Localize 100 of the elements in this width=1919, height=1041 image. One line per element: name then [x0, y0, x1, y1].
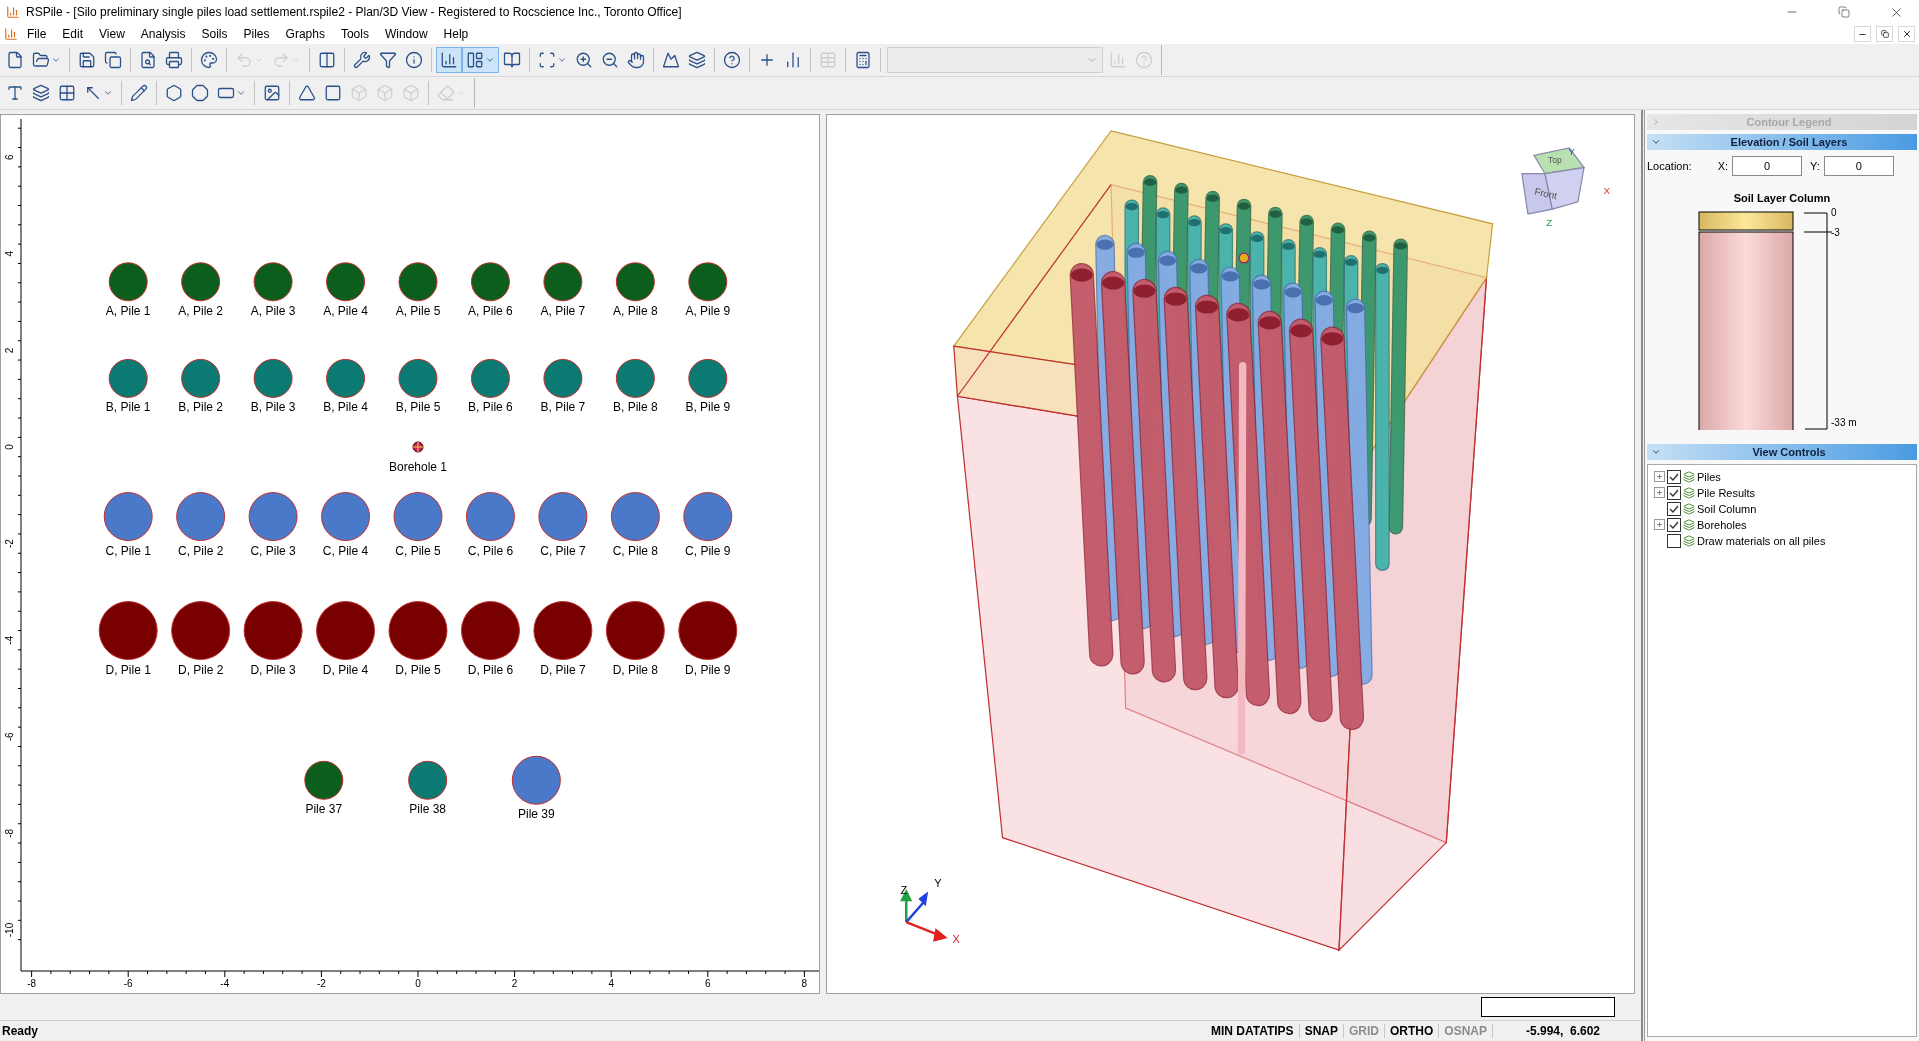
axis-tick-label: -4: [3, 635, 15, 645]
pile-marker[interactable]: [248, 492, 298, 542]
expand-toggle[interactable]: [1654, 519, 1665, 530]
pile-marker[interactable]: [398, 358, 438, 398]
axis-tick-label: 2: [511, 978, 518, 989]
layer-icon: [1683, 534, 1695, 547]
pile-marker[interactable]: [470, 358, 510, 398]
pile-label: Pile 39: [518, 807, 555, 822]
pile-label: D, Pile 8: [612, 662, 659, 677]
pile-label: B, Pile 5: [395, 400, 441, 415]
pile-marker[interactable]: [103, 492, 153, 542]
elevation-header[interactable]: Elevation / Soil Layers: [1647, 134, 1917, 150]
status-toggle[interactable]: MIN DATATIPS: [1205, 1024, 1300, 1038]
view-cube-label: Front: [1533, 185, 1558, 202]
close-button[interactable]: [1898, 26, 1915, 42]
pile-marker[interactable]: [678, 601, 738, 661]
pile-marker[interactable]: [533, 601, 593, 661]
pile-marker[interactable]: [538, 492, 588, 542]
axis-tick-label: -2: [3, 539, 15, 549]
pile-marker[interactable]: [98, 601, 158, 661]
view-cube-icon[interactable]: [1521, 147, 1586, 215]
pile-marker[interactable]: [171, 601, 231, 661]
pile-label: C, Pile 2: [177, 543, 224, 558]
pile-marker[interactable]: [615, 262, 655, 302]
pile-marker[interactable]: [181, 262, 221, 302]
menu-item[interactable]: Tools: [333, 26, 376, 42]
menu-item[interactable]: Soils: [194, 26, 235, 42]
pile-label: C, Pile 1: [105, 543, 151, 558]
pile-label: B, Pile 8: [613, 400, 658, 415]
elevation-label: 0: [1831, 208, 1837, 218]
pile-marker[interactable]: [243, 601, 303, 661]
app-menu-icon[interactable]: [4, 27, 18, 41]
menu-item[interactable]: Help: [436, 26, 476, 42]
pile-label: A, Pile 1: [105, 303, 151, 318]
pile-marker[interactable]: [388, 601, 448, 661]
minimize-button[interactable]: [1854, 26, 1871, 42]
checkbox[interactable]: [1667, 533, 1681, 548]
pile-label: D, Pile 6: [467, 662, 514, 677]
checkbox[interactable]: [1667, 501, 1681, 516]
pile-label: A, Pile 7: [540, 303, 586, 318]
pile-marker[interactable]: [408, 760, 448, 800]
pile-label: C, Pile 5: [395, 543, 441, 558]
pile-marker[interactable]: [683, 492, 733, 542]
caret-icon: [485, 55, 495, 65]
pile-marker[interactable]: [610, 492, 660, 542]
pile-label: D, Pile 3: [250, 662, 296, 677]
pile-marker[interactable]: [321, 492, 371, 542]
pile-marker[interactable]: [253, 262, 293, 302]
pile-marker[interactable]: [470, 262, 510, 302]
pile-marker[interactable]: [304, 760, 344, 800]
status-toggle[interactable]: SNAP: [1299, 1024, 1344, 1038]
borehole-icon[interactable]: [412, 441, 424, 453]
menu-item[interactable]: View: [92, 26, 132, 42]
pile-marker[interactable]: [316, 601, 376, 661]
checkbox[interactable]: [1667, 517, 1681, 532]
plus-icon: [1656, 473, 1663, 480]
checkbox[interactable]: [1667, 469, 1681, 484]
menu-item[interactable]: File: [20, 26, 54, 42]
pile-marker[interactable]: [615, 358, 655, 398]
view-cube-label: X: [1603, 185, 1611, 197]
menu-item[interactable]: Piles: [236, 26, 277, 42]
menu-item[interactable]: Graphs: [278, 26, 332, 42]
pile-marker[interactable]: [605, 601, 665, 661]
pile-marker[interactable]: [688, 262, 728, 302]
pile-marker[interactable]: [398, 262, 438, 302]
expand-toggle[interactable]: [1654, 487, 1665, 498]
pile-marker[interactable]: [326, 262, 366, 302]
pile-marker[interactable]: [108, 358, 148, 398]
status-toggle[interactable]: ORTHO: [1384, 1024, 1440, 1038]
view-control-label: Draw materials on all piles: [1697, 534, 1826, 547]
pile-marker[interactable]: [108, 262, 148, 302]
pile-label: C, Pile 3: [250, 543, 296, 558]
restore-button[interactable]: [1876, 26, 1893, 42]
menu-item[interactable]: Edit: [55, 26, 91, 42]
pile-marker[interactable]: [465, 492, 515, 542]
pile-marker[interactable]: [253, 358, 293, 398]
toolbar-button[interactable]: [462, 47, 499, 73]
pile-marker[interactable]: [181, 358, 221, 398]
status-message: Ready: [1, 1024, 40, 1038]
view-control-label: Pile Results: [1697, 486, 1756, 499]
pile-marker[interactable]: [326, 358, 366, 398]
pile-label: A, Pile 4: [323, 303, 368, 318]
y-coordinate-field[interactable]: 0: [1823, 156, 1894, 176]
plan-view-canvas[interactable]: [0, 114, 820, 994]
view-control-label: Piles: [1697, 470, 1721, 483]
menu-item[interactable]: Window: [377, 26, 435, 42]
x-coordinate-field[interactable]: 0: [1732, 156, 1803, 176]
menu-item[interactable]: Analysis: [133, 26, 193, 42]
pile-marker[interactable]: [511, 755, 561, 805]
pile-marker[interactable]: [543, 358, 583, 398]
pile-marker[interactable]: [176, 492, 226, 542]
checkbox[interactable]: [1667, 485, 1681, 500]
pile-marker[interactable]: [543, 262, 583, 302]
pile-marker[interactable]: [688, 358, 728, 398]
expand-toggle[interactable]: [1654, 471, 1665, 482]
pile-marker[interactable]: [460, 601, 520, 661]
view-controls-header[interactable]: View Controls: [1647, 444, 1917, 460]
axis-tick-label: 4: [3, 251, 15, 257]
pile-marker[interactable]: [393, 492, 443, 542]
3d-view-canvas[interactable]: Z Y X Top Front X Y Z: [826, 114, 1635, 994]
